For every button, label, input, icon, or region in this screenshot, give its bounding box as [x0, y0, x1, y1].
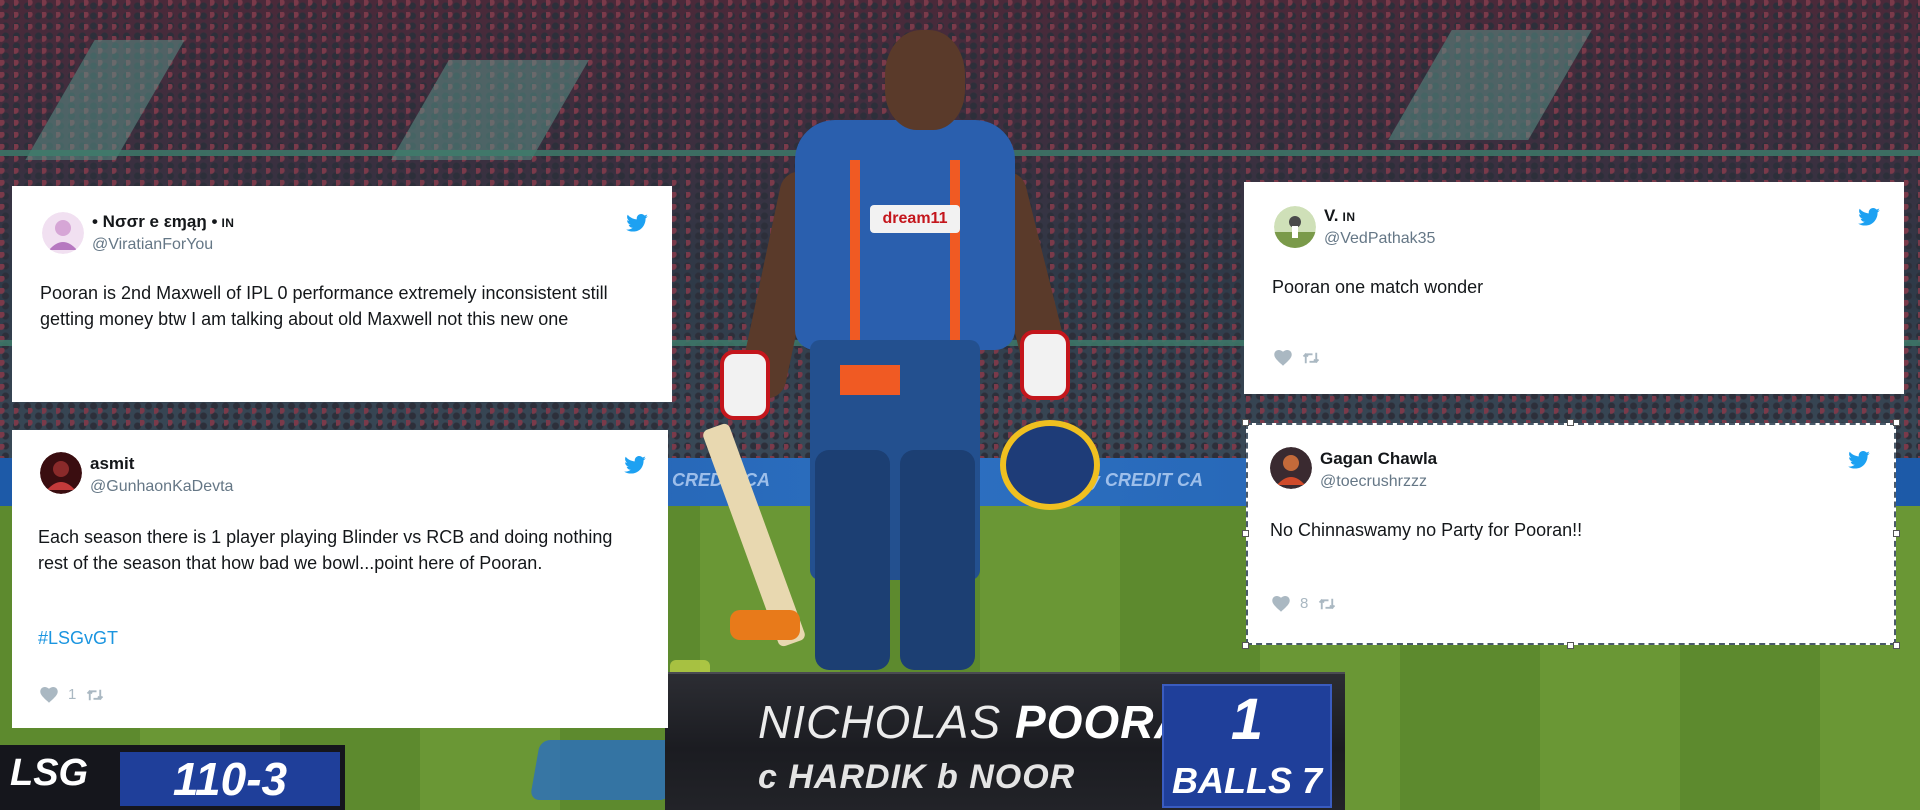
tweet-text: No Chinnaswamy no Party for Pooran!!: [1270, 520, 1583, 540]
batting-glove: [720, 350, 770, 420]
player-jersey: [795, 120, 1015, 350]
player-figure: dream11: [700, 20, 1120, 680]
twitter-bird-icon[interactable]: [1858, 208, 1880, 226]
avatar[interactable]: [40, 452, 82, 494]
batting-glove: [1020, 330, 1070, 400]
jersey-stripe: [850, 160, 860, 340]
username[interactable]: @VedPathak35: [1324, 230, 1435, 248]
tweet-actions: 1: [40, 686, 104, 703]
display-name[interactable]: V. IN: [1324, 206, 1356, 226]
tournament-logo: [529, 740, 681, 800]
tweet-text: Each season there is 1 player playing Bl…: [38, 527, 613, 573]
tweet-actions: 8: [1272, 595, 1336, 612]
tweet-text: Pooran one match wonder: [1272, 277, 1484, 297]
resize-handle[interactable]: [1242, 530, 1249, 537]
resize-handle[interactable]: [1567, 642, 1574, 649]
jersey-stripe: [950, 160, 960, 340]
cricket-helmet: [1000, 420, 1100, 510]
resize-handle[interactable]: [1567, 419, 1574, 426]
like-count: 1: [68, 686, 77, 703]
avatar[interactable]: [1274, 206, 1316, 248]
username[interactable]: @toecrushrzzz: [1320, 473, 1427, 491]
retweet-icon[interactable]: [1318, 596, 1336, 612]
heart-icon[interactable]: [1272, 595, 1290, 612]
tweet-card[interactable]: Gagan Chawla @toecrushrzzz No Chinnaswam…: [1242, 419, 1900, 649]
display-name[interactable]: asmit: [90, 454, 134, 474]
tweet-card[interactable]: V. IN @VedPathak35 Pooran one match wonde…: [1244, 182, 1904, 394]
username[interactable]: @ViratianForYou: [92, 236, 213, 254]
tweet-card[interactable]: • Nσσr e εɱąŋ • IN @ViratianForYou Pooran…: [12, 186, 672, 402]
batter-balls: BALLS 7: [1171, 760, 1322, 801]
player-head: [885, 30, 965, 130]
jersey-logo: dream11: [870, 205, 960, 233]
player-shoe: [730, 610, 800, 640]
tweet-card[interactable]: asmit @GunhaonKaDevta Each season there …: [12, 430, 668, 728]
tweet-actions: [1274, 350, 1320, 366]
hashtag-link[interactable]: #LSGvGT: [38, 628, 118, 649]
retweet-icon[interactable]: [86, 687, 104, 703]
heart-icon[interactable]: [40, 686, 58, 703]
display-name[interactable]: • Nσσr e εɱąŋ • IN: [92, 212, 234, 232]
trouser-patch: [840, 365, 900, 395]
batter-runs: 1: [1230, 687, 1264, 752]
resize-handle[interactable]: [1242, 419, 1249, 426]
like-count: 8: [1300, 595, 1309, 612]
twitter-bird-icon[interactable]: [626, 214, 648, 232]
heart-icon[interactable]: [1274, 350, 1292, 366]
leg-pad: [815, 450, 890, 670]
tweet-text: Pooran is 2nd Maxwell of IPL 0 performan…: [40, 283, 608, 329]
retweet-icon[interactable]: [1302, 350, 1320, 366]
leg-pad: [900, 450, 975, 670]
resize-handle[interactable]: [1242, 642, 1249, 649]
twitter-bird-icon[interactable]: [624, 456, 646, 474]
team-abbreviation: LSG: [10, 752, 89, 794]
username[interactable]: @GunhaonKaDevta: [90, 478, 233, 496]
avatar[interactable]: [42, 212, 84, 254]
resize-handle[interactable]: [1893, 419, 1900, 426]
twitter-bird-icon[interactable]: [1848, 451, 1870, 469]
dismissal-detail: c HARDIK b NOOR: [758, 758, 1076, 796]
resize-handle[interactable]: [1893, 530, 1900, 537]
avatar[interactable]: [1270, 447, 1312, 489]
resize-handle[interactable]: [1893, 642, 1900, 649]
display-name[interactable]: Gagan Chawla: [1320, 449, 1437, 469]
team-score: 110-3: [120, 752, 340, 806]
batter-name: NICHOLAS POORAN: [758, 696, 1223, 748]
